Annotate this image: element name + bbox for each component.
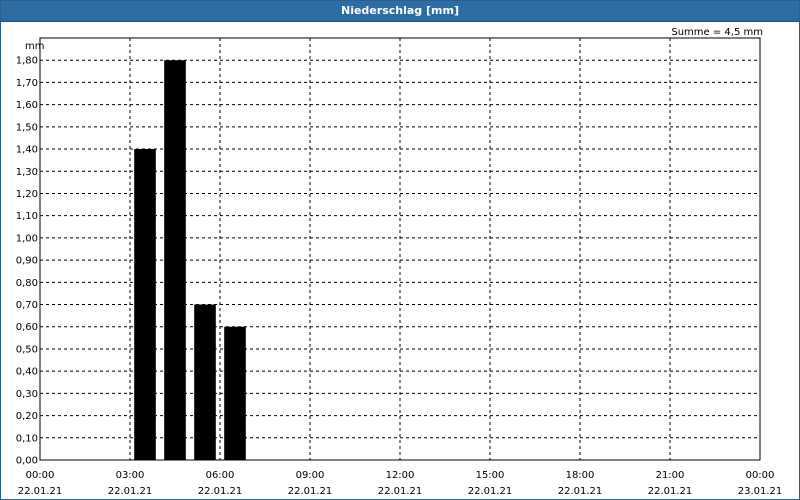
y-tick-label: 1,40 [16, 145, 38, 156]
y-tick-label: 1,80 [16, 56, 38, 67]
y-tick-label: 0,60 [16, 322, 38, 333]
y-tick-label: 0,40 [16, 367, 38, 378]
bar [224, 326, 246, 460]
y-tick-label: 0,30 [16, 389, 38, 400]
y-tick-label: 0,20 [16, 411, 38, 422]
x-tick-time: 18:00 [566, 470, 595, 481]
y-tick-label: 1,70 [16, 78, 38, 89]
x-tick-date: 22.01.21 [198, 486, 243, 497]
x-tick-labels: 00:00 22.01.21 03:00 22.01.21 06:00 22.01.21 0… [18, 470, 783, 497]
y-tick-label: 0,00 [16, 456, 38, 467]
y-tick-label: 0,10 [16, 433, 38, 444]
bar [164, 60, 186, 461]
x-tick-date: 22.01.21 [378, 486, 423, 497]
bar [134, 149, 156, 461]
x-tick-date: 22.01.21 [108, 486, 153, 497]
y-tick-label: 1,00 [16, 233, 38, 244]
x-tick-time: 09:00 [296, 470, 325, 481]
x-tick-time: 00:00 [746, 470, 775, 481]
y-tick-label: 0,50 [16, 344, 38, 355]
x-tick-date: 22.01.21 [18, 486, 63, 497]
x-tick-time: 00:00 [26, 470, 55, 481]
y-tick-label: 1,50 [16, 122, 38, 133]
y-tick-label: 1,10 [16, 211, 38, 222]
x-tick-date: 22.01.21 [648, 486, 693, 497]
y-tick-label: 0,90 [16, 256, 38, 267]
bar [194, 304, 216, 460]
x-tick-date: 22.01.21 [288, 486, 333, 497]
x-tick-date: 22.01.21 [558, 486, 603, 497]
y-tick-label: 0,80 [16, 278, 38, 289]
y-tick-label: 1,60 [16, 100, 38, 111]
x-tick-time: 21:00 [656, 470, 685, 481]
y-tick-label: 1,30 [16, 167, 38, 178]
y-tick-labels: 0,00 0,10 0,20 0,30 0,40 0,50 0,60 0,70 0,80 0,90… [16, 56, 38, 467]
x-tick-date: 23.01.21 [738, 486, 783, 497]
x-tick-time: 06:00 [206, 470, 235, 481]
y-tick-label: 1,20 [16, 189, 38, 200]
x-tick-time: 15:00 [476, 470, 505, 481]
x-tick-time: 12:00 [386, 470, 415, 481]
precipitation-chart: 0,00 0,10 0,20 0,30 0,40 0,50 0,60 0,70 0,80 0,90… [16, 37, 783, 497]
x-tick-time: 03:00 [116, 470, 145, 481]
x-tick-date: 22.01.21 [468, 486, 513, 497]
y-tick-label: 0,70 [16, 300, 38, 311]
